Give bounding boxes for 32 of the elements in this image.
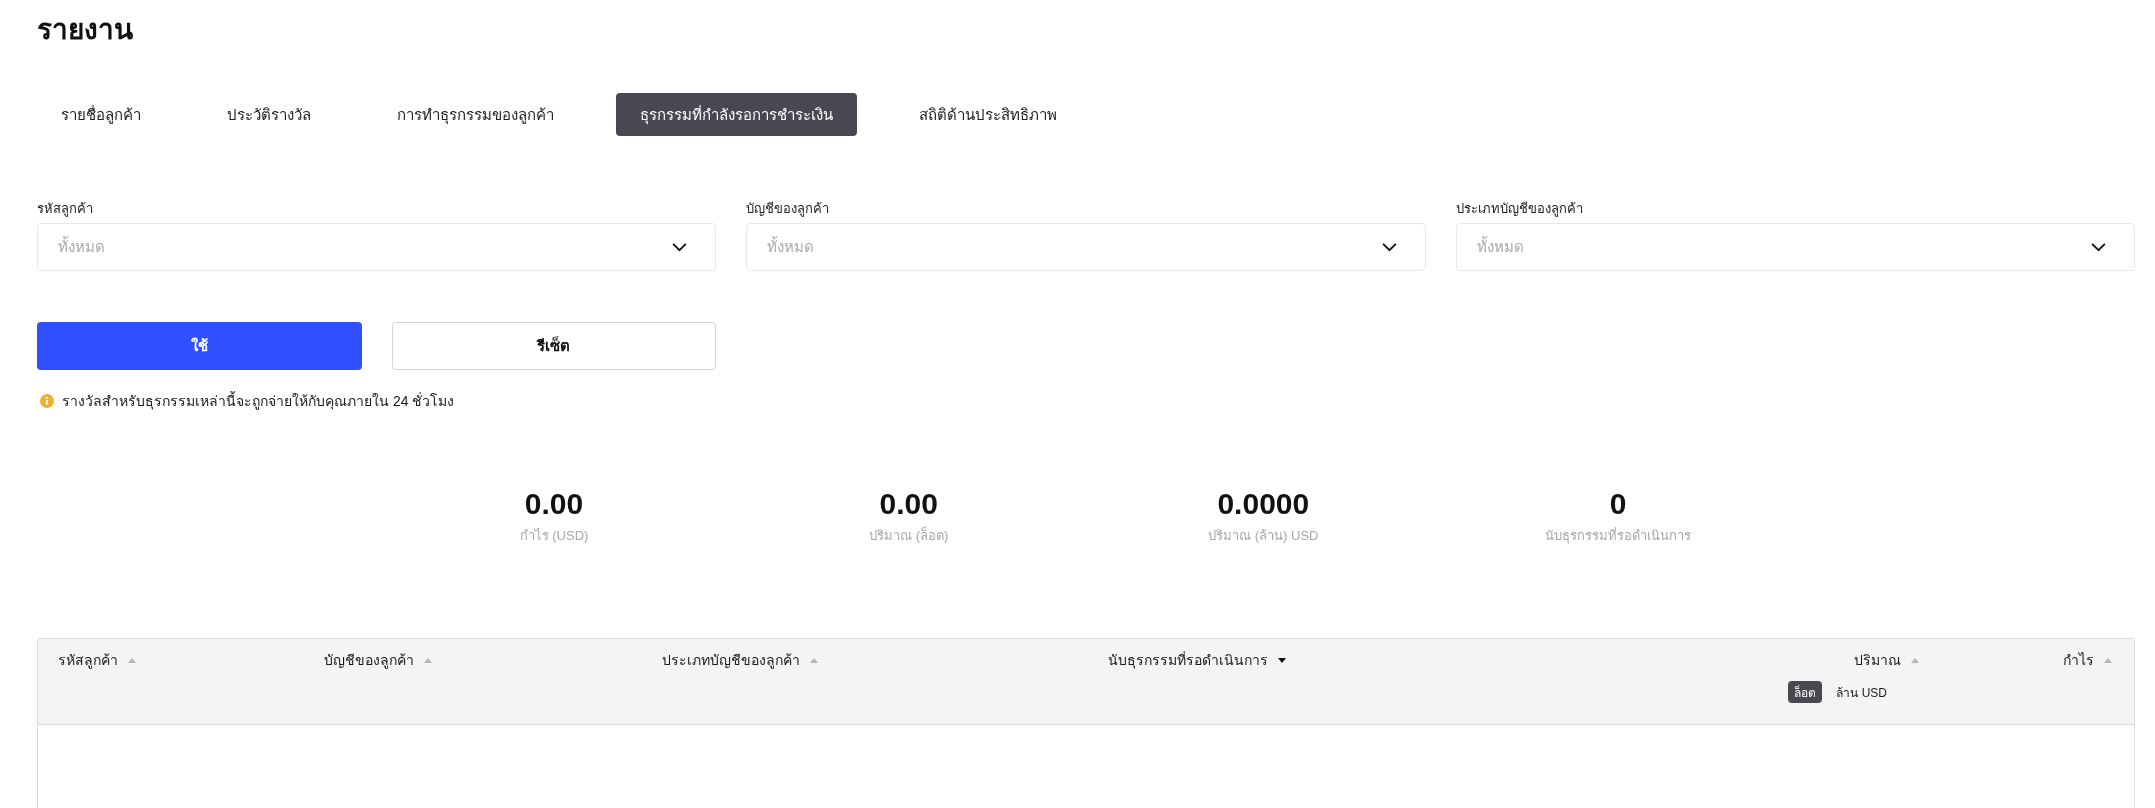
- column-header[interactable]: รหัสลูกค้า: [58, 649, 136, 671]
- column-header[interactable]: ปริมาณ: [1854, 649, 1919, 671]
- stat-label: นับธุรกรรมที่รอดำเนินการ: [1545, 527, 1691, 545]
- unit-toggle[interactable]: ล็อต: [1788, 681, 1823, 703]
- page-title: รายงาน: [37, 14, 133, 46]
- stat-value: 0: [1609, 486, 1627, 522]
- tab[interactable]: รายชื่อลูกค้า: [37, 93, 165, 136]
- chevron-down-icon: [1380, 242, 1398, 252]
- column-header[interactable]: นับธุรกรรมที่รอดำเนินการ: [1108, 649, 1286, 671]
- stat-label: ปริมาณ (ล้าน) USD: [1208, 527, 1319, 545]
- stat-label: ปริมาณ (ล็อต): [869, 527, 949, 545]
- stat-value: 0.00: [524, 486, 584, 522]
- chevron-down-icon: [671, 242, 689, 252]
- stat-value: 0.0000: [1217, 486, 1310, 522]
- column-header[interactable]: ประเภทบัญชีของลูกค้า: [662, 649, 818, 671]
- field-label: รหัสลูกค้า: [37, 200, 93, 218]
- info-icon: [40, 394, 54, 408]
- tab[interactable]: ธุรกรรมที่กำลังรอการชำระเงิน: [616, 93, 857, 136]
- notice-text: รางวัลสำหรับธุรกรรมเหล่านี้จะถูกจ่ายให้กับคุณภายใน 24 ชั่วโมง: [62, 392, 455, 410]
- column-header[interactable]: กำไร: [2063, 649, 2112, 671]
- stat-value: 0.00: [879, 486, 938, 522]
- tab[interactable]: ประวัติรางวัล: [203, 93, 335, 136]
- unit-toggle[interactable]: ล้าน USD: [1830, 681, 1893, 703]
- apply-button[interactable]: ใช้: [37, 322, 362, 370]
- stat-label: กำไร (USD): [519, 527, 589, 545]
- chevron-down-icon: [2090, 242, 2107, 252]
- reset-button[interactable]: รีเซ็ต: [391, 322, 717, 370]
- tab[interactable]: สถิติด้านประสิทธิภาพ: [895, 93, 1081, 136]
- field-label: ประเภทบัญชีของลูกค้า: [1455, 200, 1583, 218]
- column-header[interactable]: บัญชีของลูกค้า: [324, 649, 432, 671]
- field-label: บัญชีของลูกค้า: [746, 200, 830, 218]
- tab[interactable]: การทำธุรกรรมของลูกค้า: [373, 93, 578, 136]
